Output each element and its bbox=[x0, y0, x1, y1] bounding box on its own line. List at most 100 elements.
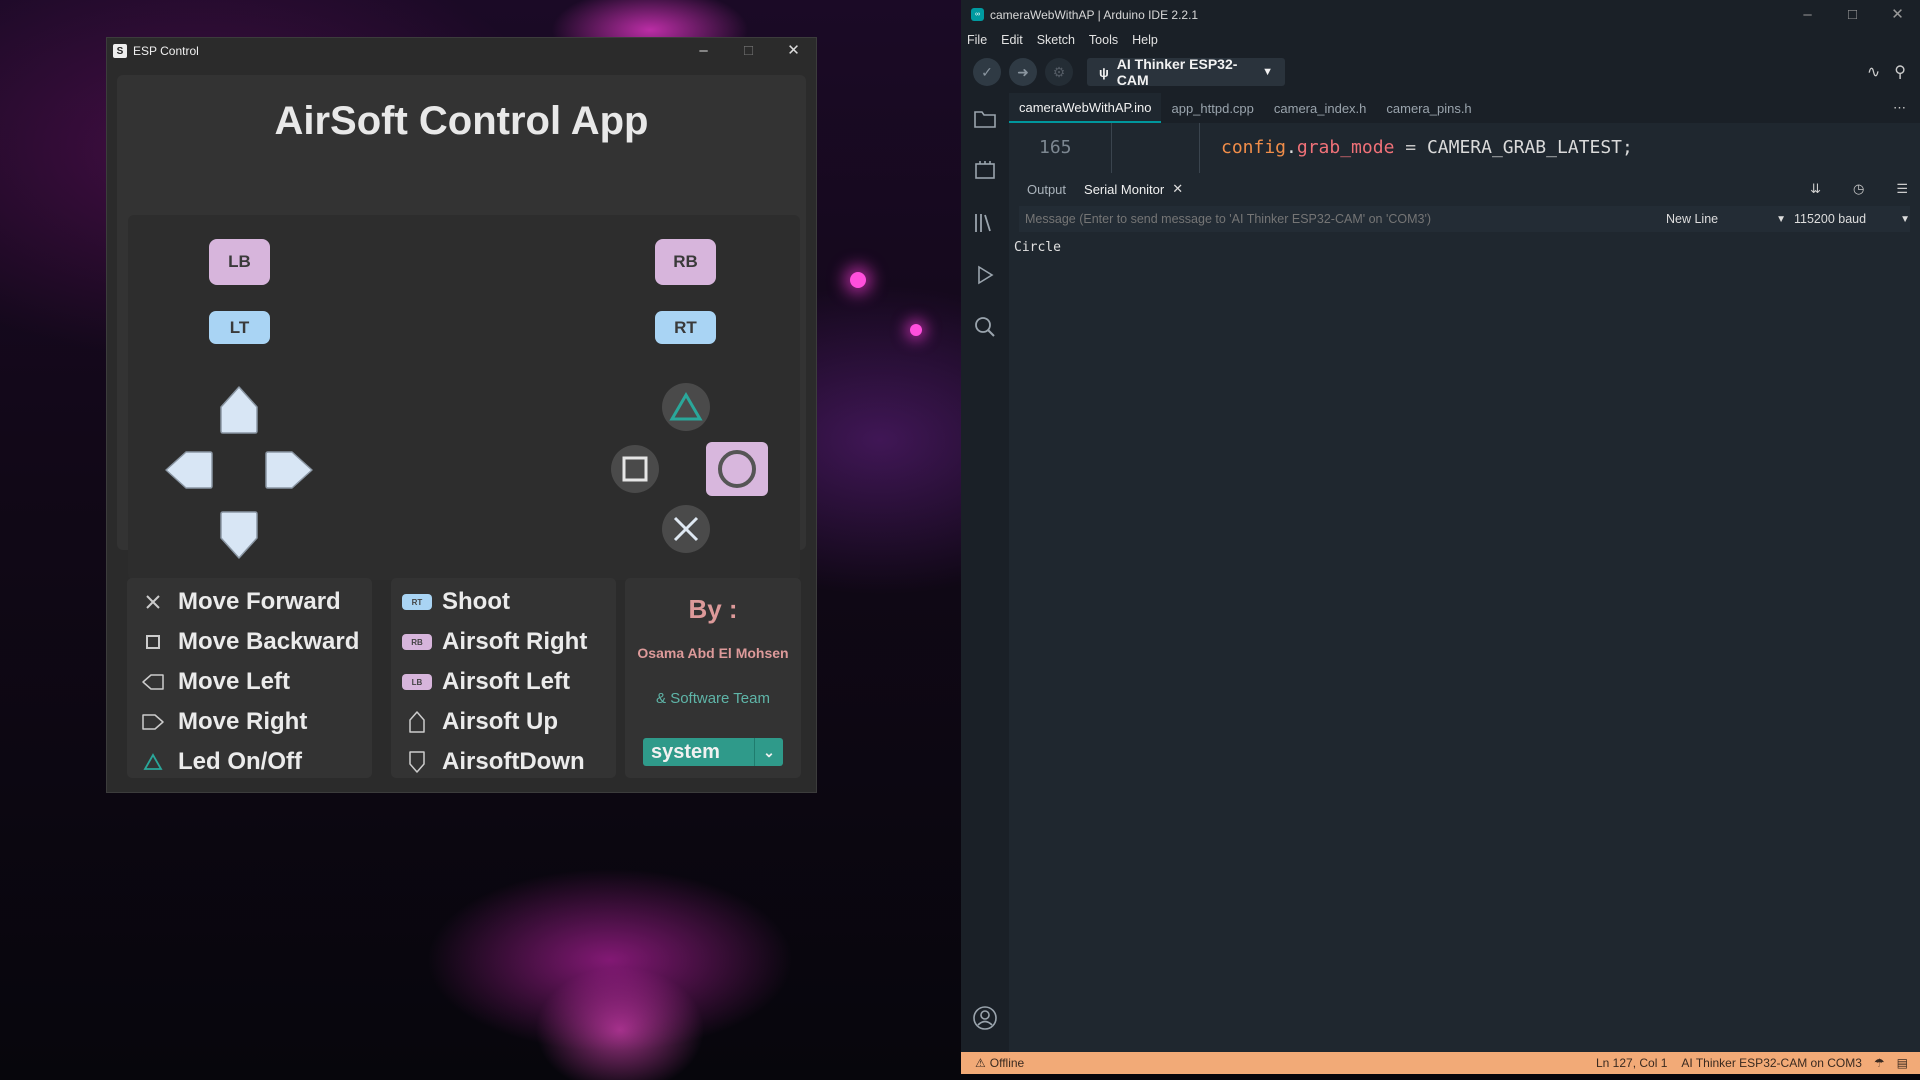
maximize-button[interactable]: □ bbox=[726, 38, 771, 64]
by-label: By : bbox=[688, 594, 738, 624]
background-light bbox=[850, 272, 866, 288]
dpad-left-icon bbox=[142, 674, 164, 690]
lb-button[interactable]: LB bbox=[209, 239, 270, 285]
code-line: config.grab_mode = CAMERA_GRAB_LATEST; bbox=[1221, 137, 1633, 158]
circle-icon bbox=[718, 450, 756, 488]
chevron-down-icon: ▼ bbox=[1900, 213, 1910, 225]
window-title: ESP Control bbox=[133, 44, 199, 58]
chevron-down-icon: ▼ bbox=[1776, 213, 1786, 225]
legend-label: Move Left bbox=[178, 668, 291, 695]
bottom-panel-tabs: Output Serial Monitor ✕ ⇊ ◷ ☰ bbox=[1009, 175, 1920, 203]
cross-icon bbox=[146, 595, 160, 609]
menu-sketch[interactable]: Sketch bbox=[1037, 33, 1075, 47]
dpad-down-button[interactable] bbox=[219, 510, 259, 560]
ide-window-title: cameraWebWithAP | Arduino IDE 2.2.1 bbox=[990, 7, 1199, 22]
dpad-right-button[interactable] bbox=[264, 450, 314, 490]
baud-select[interactable]: 115200 baud ▼ bbox=[1794, 212, 1910, 226]
tab-output[interactable]: Output bbox=[1027, 182, 1066, 197]
legend-item: Move Backward bbox=[137, 622, 372, 662]
file-tabs: cameraWebWithAP.ino app_httpd.cpp camera… bbox=[1009, 93, 1920, 123]
status-bar: ⚠ Offline Ln 127, Col 1 AI Thinker ESP32… bbox=[961, 1052, 1920, 1074]
chevron-down-icon: ▼ bbox=[1262, 66, 1273, 78]
folder-icon[interactable] bbox=[961, 93, 1009, 145]
panel-toggle-icon[interactable]: ▤ bbox=[1897, 1056, 1908, 1070]
board-port-status: AI Thinker ESP32-CAM on COM3 bbox=[1681, 1056, 1862, 1070]
code-editor[interactable]: 165 config.grab_mode = CAMERA_GRAB_LATES… bbox=[1009, 123, 1920, 173]
clear-output-icon[interactable]: ☰ bbox=[1896, 181, 1908, 197]
ide-close-button[interactable]: ✕ bbox=[1875, 2, 1920, 28]
theme-select[interactable]: system ⌄ bbox=[643, 738, 783, 766]
cursor-position: Ln 127, Col 1 bbox=[1595, 1056, 1668, 1070]
tab-app-httpd[interactable]: app_httpd.cpp bbox=[1161, 93, 1263, 123]
warning-icon: ⚠ bbox=[975, 1056, 986, 1070]
code-dot: . bbox=[1286, 137, 1297, 158]
menu-tools[interactable]: Tools bbox=[1089, 33, 1118, 47]
serial-message-bar: New Line ▼ 115200 baud ▼ bbox=[1019, 206, 1910, 232]
tab-camera-pins[interactable]: camera_pins.h bbox=[1376, 93, 1481, 123]
legend-item: Airsoft Up bbox=[401, 702, 616, 742]
triangle-icon bbox=[669, 392, 703, 421]
window-controls: – □ ✕ bbox=[681, 38, 816, 64]
minimize-button[interactable]: – bbox=[681, 38, 726, 64]
legend-item: LB Airsoft Left bbox=[401, 662, 616, 702]
menu-file[interactable]: File bbox=[967, 33, 987, 47]
code-object: config bbox=[1221, 137, 1287, 158]
square-icon bbox=[146, 635, 160, 649]
gamepad-area: LB RB LT RT bbox=[128, 215, 800, 580]
dpad-up-button[interactable] bbox=[219, 385, 259, 435]
debug-button[interactable]: ⚙ bbox=[1045, 58, 1073, 86]
tab-camera-index[interactable]: camera_index.h bbox=[1264, 93, 1377, 123]
square-button[interactable] bbox=[611, 445, 659, 493]
menu-help[interactable]: Help bbox=[1132, 33, 1158, 47]
ide-maximize-button[interactable]: □ bbox=[1830, 2, 1875, 28]
more-icon[interactable]: ⋯ bbox=[1893, 100, 1906, 116]
dpad-left-button[interactable] bbox=[164, 450, 214, 490]
author-name: Osama Abd El Mohsen bbox=[637, 645, 789, 661]
upload-button[interactable]: ➜ bbox=[1009, 58, 1037, 86]
theme-value: system bbox=[651, 740, 720, 763]
rt-button[interactable]: RT bbox=[655, 311, 716, 344]
board-name: AI Thinker ESP32-CAM bbox=[1116, 56, 1238, 88]
esp-titlebar: S ESP Control – □ ✕ bbox=[107, 38, 816, 64]
line-ending-value: New Line bbox=[1666, 212, 1719, 226]
autoscroll-icon[interactable]: ⇊ bbox=[1810, 181, 1821, 197]
search-icon[interactable] bbox=[961, 301, 1009, 353]
chevron-down-icon[interactable]: ⌄ bbox=[754, 738, 783, 766]
close-button[interactable]: ✕ bbox=[771, 38, 816, 64]
triangle-button[interactable] bbox=[662, 383, 710, 431]
tab-serial-monitor[interactable]: Serial Monitor bbox=[1084, 182, 1164, 197]
usb-icon: ψ bbox=[1099, 64, 1109, 80]
app-logo-icon: S bbox=[113, 44, 127, 58]
board-selector[interactable]: ψ AI Thinker ESP32-CAM ▼ bbox=[1087, 56, 1285, 88]
rb-button[interactable]: RB bbox=[655, 239, 716, 285]
line-number: 165 bbox=[1039, 137, 1072, 158]
tab-camerawebwithap[interactable]: cameraWebWithAP.ino bbox=[1009, 93, 1162, 123]
legend-item: Move Forward bbox=[137, 582, 372, 622]
legend-movement: Move Forward Move Backward Move Left Mov… bbox=[127, 578, 372, 778]
cross-button[interactable] bbox=[662, 505, 710, 553]
timestamp-icon[interactable]: ◷ bbox=[1853, 181, 1864, 197]
debug-icon[interactable] bbox=[961, 249, 1009, 301]
legend-label: Airsoft Up bbox=[442, 708, 558, 735]
rt-tag-icon: RT bbox=[402, 594, 432, 610]
account-icon[interactable] bbox=[961, 992, 1009, 1044]
ide-minimize-button[interactable]: – bbox=[1785, 2, 1830, 28]
line-ending-select[interactable]: New Line ▼ bbox=[1666, 212, 1794, 226]
serial-output: Circle bbox=[1014, 240, 1061, 255]
serial-plotter-icon[interactable]: ∿ bbox=[1867, 62, 1880, 82]
close-icon[interactable]: ✕ bbox=[1172, 181, 1183, 197]
circle-button[interactable] bbox=[706, 442, 768, 496]
serial-message-input[interactable] bbox=[1019, 211, 1666, 227]
lt-button[interactable]: LT bbox=[209, 311, 270, 344]
boards-manager-icon[interactable] bbox=[961, 145, 1009, 197]
legend-item: Led On/Off bbox=[137, 742, 372, 782]
menu-edit[interactable]: Edit bbox=[1001, 33, 1023, 47]
library-icon[interactable] bbox=[961, 197, 1009, 249]
baud-value: 115200 baud bbox=[1794, 212, 1867, 226]
ide-toolbar: ✓ ➜ ⚙ ψ AI Thinker ESP32-CAM ▼ ∿ ⚲ bbox=[961, 51, 1920, 93]
verify-button[interactable]: ✓ bbox=[973, 58, 1001, 86]
controller-panel: AirSoft Control App LB RB LT RT bbox=[117, 75, 806, 580]
serial-monitor-icon[interactable]: ⚲ bbox=[1894, 62, 1906, 82]
notification-icon[interactable]: ☂ bbox=[1874, 1056, 1885, 1070]
ide-titlebar: ∞ cameraWebWithAP | Arduino IDE 2.2.1 – … bbox=[961, 0, 1920, 29]
